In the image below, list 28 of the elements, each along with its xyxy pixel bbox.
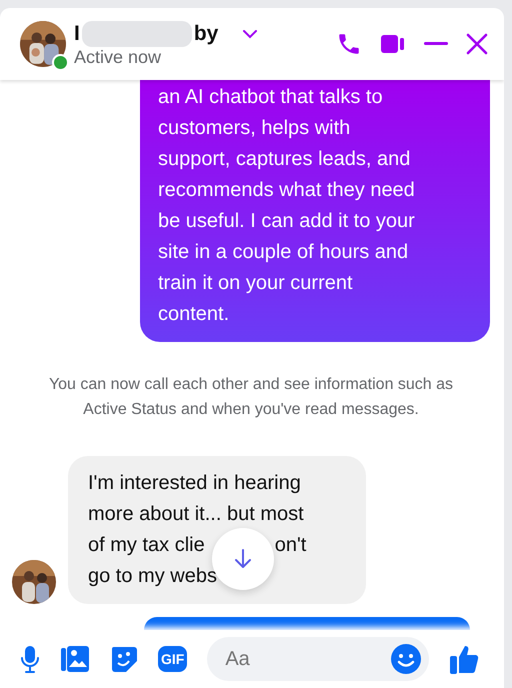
gif-button[interactable]: GIF: [158, 646, 188, 672]
video-camera-icon[interactable]: [380, 34, 406, 54]
system-notice: You can now call each other and see information such as Active Status and when you've read messages.: [48, 375, 454, 420]
minimize-icon[interactable]: [424, 42, 448, 46]
contact-name: by: [194, 22, 218, 46]
message-text: support, captures leads, and: [158, 147, 412, 172]
sticker-icon[interactable]: [110, 645, 138, 673]
message-input-field[interactable]: Aa: [207, 637, 430, 681]
message-text: recommends what they need: [158, 178, 416, 203]
message-text: be useful. I can add it to your: [158, 209, 416, 234]
chevron-down-icon[interactable]: [242, 28, 258, 38]
message-text: content.: [158, 302, 230, 327]
contact-name: I: [74, 22, 80, 46]
message-text: of my tax clie: [88, 533, 205, 558]
close-icon[interactable]: [466, 33, 488, 55]
active-status: Active now: [74, 46, 162, 68]
message-text: customers, helps with: [158, 116, 352, 141]
message-text: I'm interested in hearing: [88, 471, 302, 496]
message-text: train it on your current: [158, 271, 354, 296]
message-text: on't: [274, 533, 306, 558]
smiley-icon[interactable]: [391, 644, 422, 674]
message-text: an AI chatbot that talks to: [158, 85, 384, 110]
image-icon[interactable]: [60, 645, 90, 673]
microphone-icon[interactable]: [20, 645, 40, 673]
message-text: site in a couple of hours and: [158, 240, 410, 265]
message-text: more about it... but most: [88, 502, 305, 527]
message-text: go to my webs: [88, 564, 217, 589]
arrow-down-icon: [233, 548, 253, 570]
